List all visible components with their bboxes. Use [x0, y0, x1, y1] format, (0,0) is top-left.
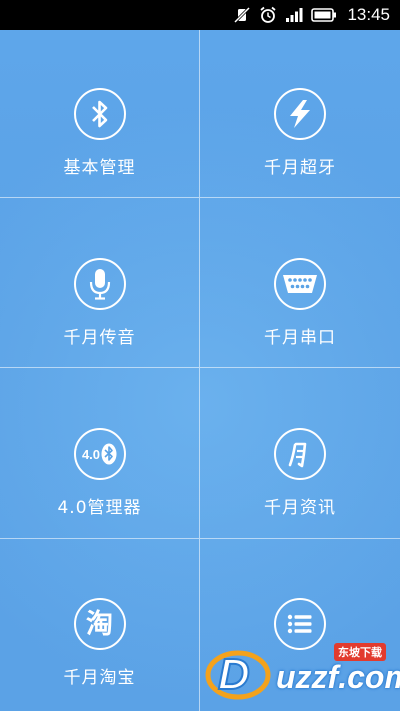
- bluetooth-4-icon: 4.0: [73, 428, 126, 480]
- tile-label: 基本管理: [63, 158, 136, 178]
- tile-label: 千月串口: [264, 328, 336, 348]
- lightning-icon: [274, 88, 326, 140]
- battery-icon: [311, 8, 337, 22]
- tile-qianyue-taobao[interactable]: 淘 千月淘宝: [0, 539, 199, 711]
- tile-label: 4.0管理器: [57, 498, 142, 518]
- svg-text:D: D: [218, 650, 250, 699]
- tile-label: 千月淘宝: [63, 668, 136, 688]
- uzzf-watermark: D 东坡下载 uzzf.com: [204, 637, 400, 705]
- mute-vibrate-icon: [233, 6, 251, 24]
- tile-qianyue-serial[interactable]: 千月串口: [200, 198, 400, 367]
- microphone-icon: [73, 258, 126, 310]
- status-bar: 13:45: [0, 0, 400, 30]
- tile-label: 千月传音: [63, 328, 136, 348]
- status-time: 13:45: [347, 5, 390, 24]
- bluetooth-icon: [73, 88, 126, 140]
- serial-port-icon: [274, 258, 326, 310]
- tile-label: 千月资讯: [264, 498, 336, 518]
- tile-basic-management[interactable]: 基本管理: [0, 30, 199, 197]
- tile-qianyue-chuanyin[interactable]: 千月传音: [0, 198, 199, 367]
- tile-qianyue-news[interactable]: 千月资讯: [200, 368, 400, 538]
- taobao-icon: 淘: [73, 598, 126, 650]
- taobao-badge: 淘: [86, 608, 113, 640]
- bluetooth-4-badge: 4.0: [81, 446, 101, 462]
- uzzf-logo-icon: D: [205, 649, 271, 700]
- main-grid: 基本管理 千月超牙 千月传音 千月串口 4.0 4.0管理器 千月资讯 淘 千月…: [0, 30, 400, 711]
- signal-icon: [285, 7, 303, 23]
- status-icons: 13:45: [233, 0, 390, 30]
- tile-label: 千月超牙: [264, 158, 336, 178]
- qianyue-logo-icon: [274, 428, 326, 480]
- tile-qianyue-chaoya[interactable]: 千月超牙: [200, 30, 400, 197]
- tile-4-0-manager[interactable]: 4.0 4.0管理器: [0, 368, 199, 538]
- watermark-text: uzzf.com: [276, 659, 400, 695]
- alarm-icon: [259, 6, 277, 24]
